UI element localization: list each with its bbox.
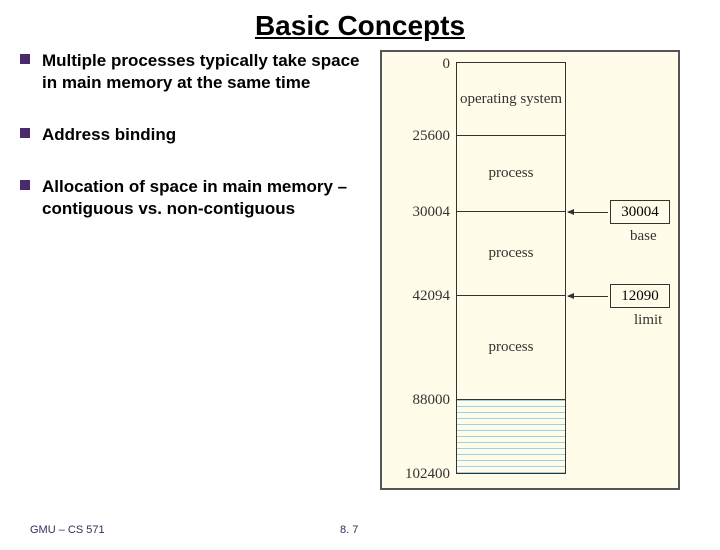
diagram-container: 0 25600 30004 42094 88000 102400 operati…	[380, 50, 700, 490]
mem-block-empty	[456, 400, 566, 474]
addr-label: 30004	[390, 204, 450, 221]
bullet-list: Multiple processes typically take space …	[20, 50, 380, 490]
memory-diagram: 0 25600 30004 42094 88000 102400 operati…	[380, 50, 680, 490]
bullet-text: Allocation of space in main memory – con…	[42, 176, 370, 220]
base-register-box: 30004	[610, 200, 670, 224]
bullet-marker-icon	[20, 180, 30, 190]
bullet-item: Allocation of space in main memory – con…	[20, 176, 370, 220]
bullet-text: Multiple processes typically take space …	[42, 50, 370, 94]
memory-stack: operating system process process process	[456, 62, 566, 474]
addr-label: 0	[390, 56, 450, 73]
addr-label: 88000	[390, 392, 450, 409]
bullet-marker-icon	[20, 128, 30, 138]
bullet-text: Address binding	[42, 124, 176, 146]
mem-block: process	[456, 136, 566, 212]
addr-label: 25600	[390, 128, 450, 145]
mem-block: process	[456, 296, 566, 400]
bullet-item: Multiple processes typically take space …	[20, 50, 370, 94]
bullet-marker-icon	[20, 54, 30, 64]
arrow-icon	[568, 212, 608, 213]
footer-course: GMU – CS 571	[30, 524, 105, 536]
limit-register-box: 12090	[610, 284, 670, 308]
addr-label: 42094	[390, 288, 450, 305]
addr-label: 102400	[390, 466, 450, 483]
limit-label: limit	[634, 312, 662, 329]
mem-block: operating system	[456, 62, 566, 136]
slide-title: Basic Concepts	[0, 10, 720, 42]
footer-page: 8. 7	[340, 524, 358, 536]
arrow-icon	[568, 296, 608, 297]
mem-block: process	[456, 212, 566, 296]
bullet-item: Address binding	[20, 124, 370, 146]
content-area: Multiple processes typically take space …	[0, 50, 720, 490]
base-label: base	[630, 228, 657, 245]
